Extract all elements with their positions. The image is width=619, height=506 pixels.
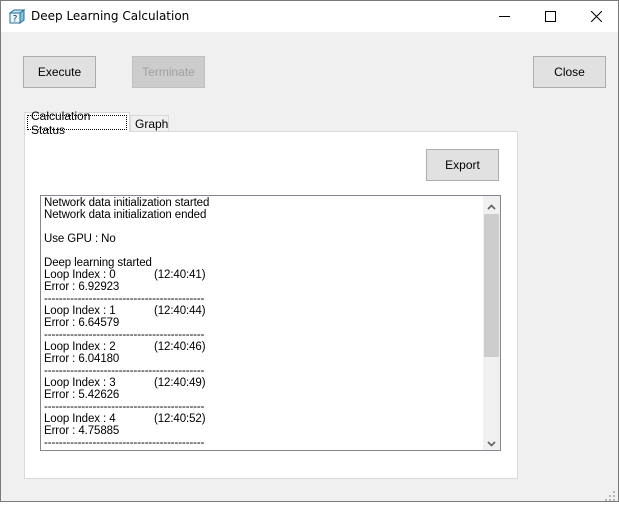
log-line: Loop Index : 0 (12:40:41) [44,269,209,281]
close-window-button[interactable] [573,1,619,32]
resize-grip-icon[interactable] [604,487,616,501]
scroll-up-button[interactable] [483,196,500,213]
loop-timestamp: (12:40:52) [154,413,206,425]
loop-index-text: Loop Index : 0 [44,269,116,281]
log-line: Deep learning started [44,257,152,269]
log-line: Loop Index : 3 (12:40:49) [44,377,209,389]
log-textbox[interactable]: Network data initialization started Netwo… [40,195,501,451]
execute-button[interactable]: Execute [23,56,96,88]
log-line: ----------------------------------------… [44,437,205,449]
log-scrollbar[interactable] [483,196,500,450]
log-line: Loop Index : 1 (12:40:44) [44,305,209,317]
log-line: Use GPU : No [44,233,116,245]
loop-timestamp: (12:40:44) [154,305,206,317]
tab-graph-label: Graph [135,117,169,131]
log-line: Error : 5.42626 [44,389,120,401]
tab-calculation-status[interactable]: Calculation Status [24,109,130,137]
log-line: ----------------------------------------… [44,365,205,377]
loop-timestamp: (12:40:46) [154,341,206,353]
loop-index-text: Loop Index : 1 [44,305,116,317]
log-line: ----------------------------------------… [44,401,205,413]
close-button[interactable]: Close [533,56,606,88]
window-title: Deep Learning Calculation [31,9,190,23]
loop-timestamp: (12:40:41) [154,269,206,281]
log-line: Network data initialization ended [44,209,207,221]
log-lines: Network data initialization started Netwo… [44,197,209,449]
scroll-down-button[interactable] [483,433,500,450]
scroll-thumb[interactable] [484,214,499,357]
loop-index-text: Loop Index : 2 [44,341,116,353]
export-button[interactable]: Export [426,149,499,181]
minimize-button[interactable] [481,1,527,32]
log-line: Error : 6.92923 [44,281,120,293]
minimize-icon [498,11,510,22]
help-cube-icon: ? [8,9,26,25]
svg-text:?: ? [13,15,18,25]
log-line: Error : 6.64579 [44,317,120,329]
log-line: Loop Index : 2 (12:40:46) [44,341,209,353]
log-line: Network data initialization started [44,197,210,209]
log-line: ----------------------------------------… [44,293,205,305]
maximize-icon [544,11,556,22]
chevron-up-icon [487,196,496,214]
loop-index-text: Loop Index : 4 [44,413,116,425]
terminate-button: Terminate [132,56,205,88]
loop-timestamp: (12:40:49) [154,377,206,389]
title-bar: ? Deep Learning Calculation [1,1,618,32]
chevron-down-icon [487,432,496,450]
app-window: ? Deep Learning Calculation Execute Term… [0,0,619,502]
log-line: Error : 6.04180 [44,353,120,365]
tab-graph[interactable]: Graph [130,115,169,132]
log-line: Error : 4.75885 [44,425,120,437]
tab-calculation-status-label: Calculation Status [31,108,91,137]
close-icon [590,11,602,22]
log-line: ----------------------------------------… [44,329,205,341]
loop-index-text: Loop Index : 3 [44,377,116,389]
log-line: Loop Index : 4 (12:40:52) [44,413,209,425]
maximize-button[interactable] [527,1,573,32]
